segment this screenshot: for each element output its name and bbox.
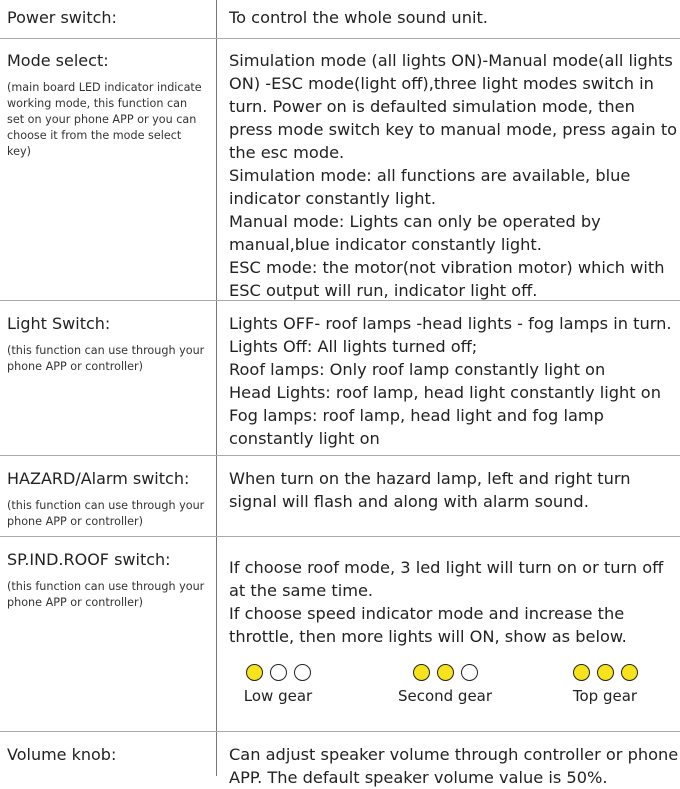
row-power-switch-left: Power switch: (7, 7, 207, 29)
led-dot-icon (572, 664, 590, 681)
desc-line: Can adjust speaker volume through contro… (229, 745, 679, 787)
led-dot-icon (620, 664, 638, 681)
desc-line: Roof lamps: Only roof lamp constantly li… (229, 360, 606, 379)
row-note: (this function can use through your phon… (7, 580, 205, 609)
row-divider (0, 536, 680, 537)
desc-line: To control the whole sound unit. (229, 8, 488, 27)
row-volume-left: Volume knob: (7, 744, 207, 766)
gear-label: Top gear (572, 687, 638, 705)
desc-line: ESC mode: the motor(not vibration motor)… (229, 258, 665, 300)
row-label: HAZARD/Alarm switch: (7, 469, 190, 488)
led-row (390, 664, 500, 681)
row-label: Light Switch: (7, 314, 111, 333)
led-dot-icon (436, 664, 454, 681)
row-volume-desc: Can adjust speaker volume through contro… (229, 743, 679, 789)
row-label: SP.IND.ROOF switch: (7, 550, 171, 569)
led-dot-icon (460, 664, 478, 681)
led-dot-icon (293, 664, 311, 681)
row-note: (main board LED indicator indicate worki… (7, 81, 202, 158)
desc-line: Head Lights: roof lamp, head light const… (229, 383, 661, 402)
row-light-switch-left: Light Switch: (this function can use thr… (7, 313, 207, 375)
column-divider (216, 0, 217, 776)
row-divider (0, 731, 680, 732)
row-spindroof-desc: If choose roof mode, 3 led light will tu… (229, 556, 679, 648)
led-row (560, 664, 650, 681)
row-hazard-left: HAZARD/Alarm switch: (this function can … (7, 468, 207, 530)
desc-line: When turn on the hazard lamp, left and r… (229, 469, 631, 511)
row-note: (this function can use through your phon… (7, 344, 205, 373)
row-power-switch-desc: To control the whole sound unit. (229, 6, 679, 29)
gear-low: Low gear (238, 664, 318, 706)
row-label: Power switch: (7, 8, 117, 27)
gear-label: Second gear (397, 687, 493, 705)
led-dot-icon (269, 664, 287, 681)
desc-line: If choose speed indicator mode and incre… (229, 604, 627, 646)
row-hazard-desc: When turn on the hazard lamp, left and r… (229, 467, 679, 513)
desc-line: Lights Off: All lights turned off; (229, 337, 478, 356)
gear-top: Top gear (560, 664, 650, 706)
led-dot-icon (412, 664, 430, 681)
desc-line: If choose roof mode, 3 led light will tu… (229, 558, 664, 600)
row-divider (0, 455, 680, 456)
row-mode-select-left: Mode select: (main board LED indicator i… (7, 50, 207, 160)
row-mode-select-desc: Simulation mode (all lights ON)-Manual m… (229, 49, 679, 302)
desc-line: Manual mode: Lights can only be operated… (229, 212, 601, 254)
desc-line: Lights OFF- roof lamps -head lights - fo… (229, 314, 672, 333)
desc-line: Fog lamps: roof lamp, head light and fog… (229, 406, 604, 448)
row-label: Volume knob: (7, 745, 117, 764)
row-note: (this function can use through your phon… (7, 499, 205, 528)
row-label: Mode select: (7, 51, 109, 70)
gear-label: Low gear (243, 687, 313, 705)
row-light-switch-desc: Lights OFF- roof lamps -head lights - fo… (229, 312, 679, 450)
led-dot-icon (245, 664, 263, 681)
led-row (238, 664, 318, 681)
led-dot-icon (596, 664, 614, 681)
desc-line: Simulation mode (all lights ON)-Manual m… (229, 51, 678, 162)
desc-line: Simulation mode: all functions are avail… (229, 166, 631, 208)
row-spindroof-left: SP.IND.ROOF switch: (this function can u… (7, 549, 207, 611)
gear-second: Second gear (390, 664, 500, 706)
spec-table: Power switch: To control the whole sound… (0, 0, 680, 787)
row-divider (0, 38, 680, 39)
